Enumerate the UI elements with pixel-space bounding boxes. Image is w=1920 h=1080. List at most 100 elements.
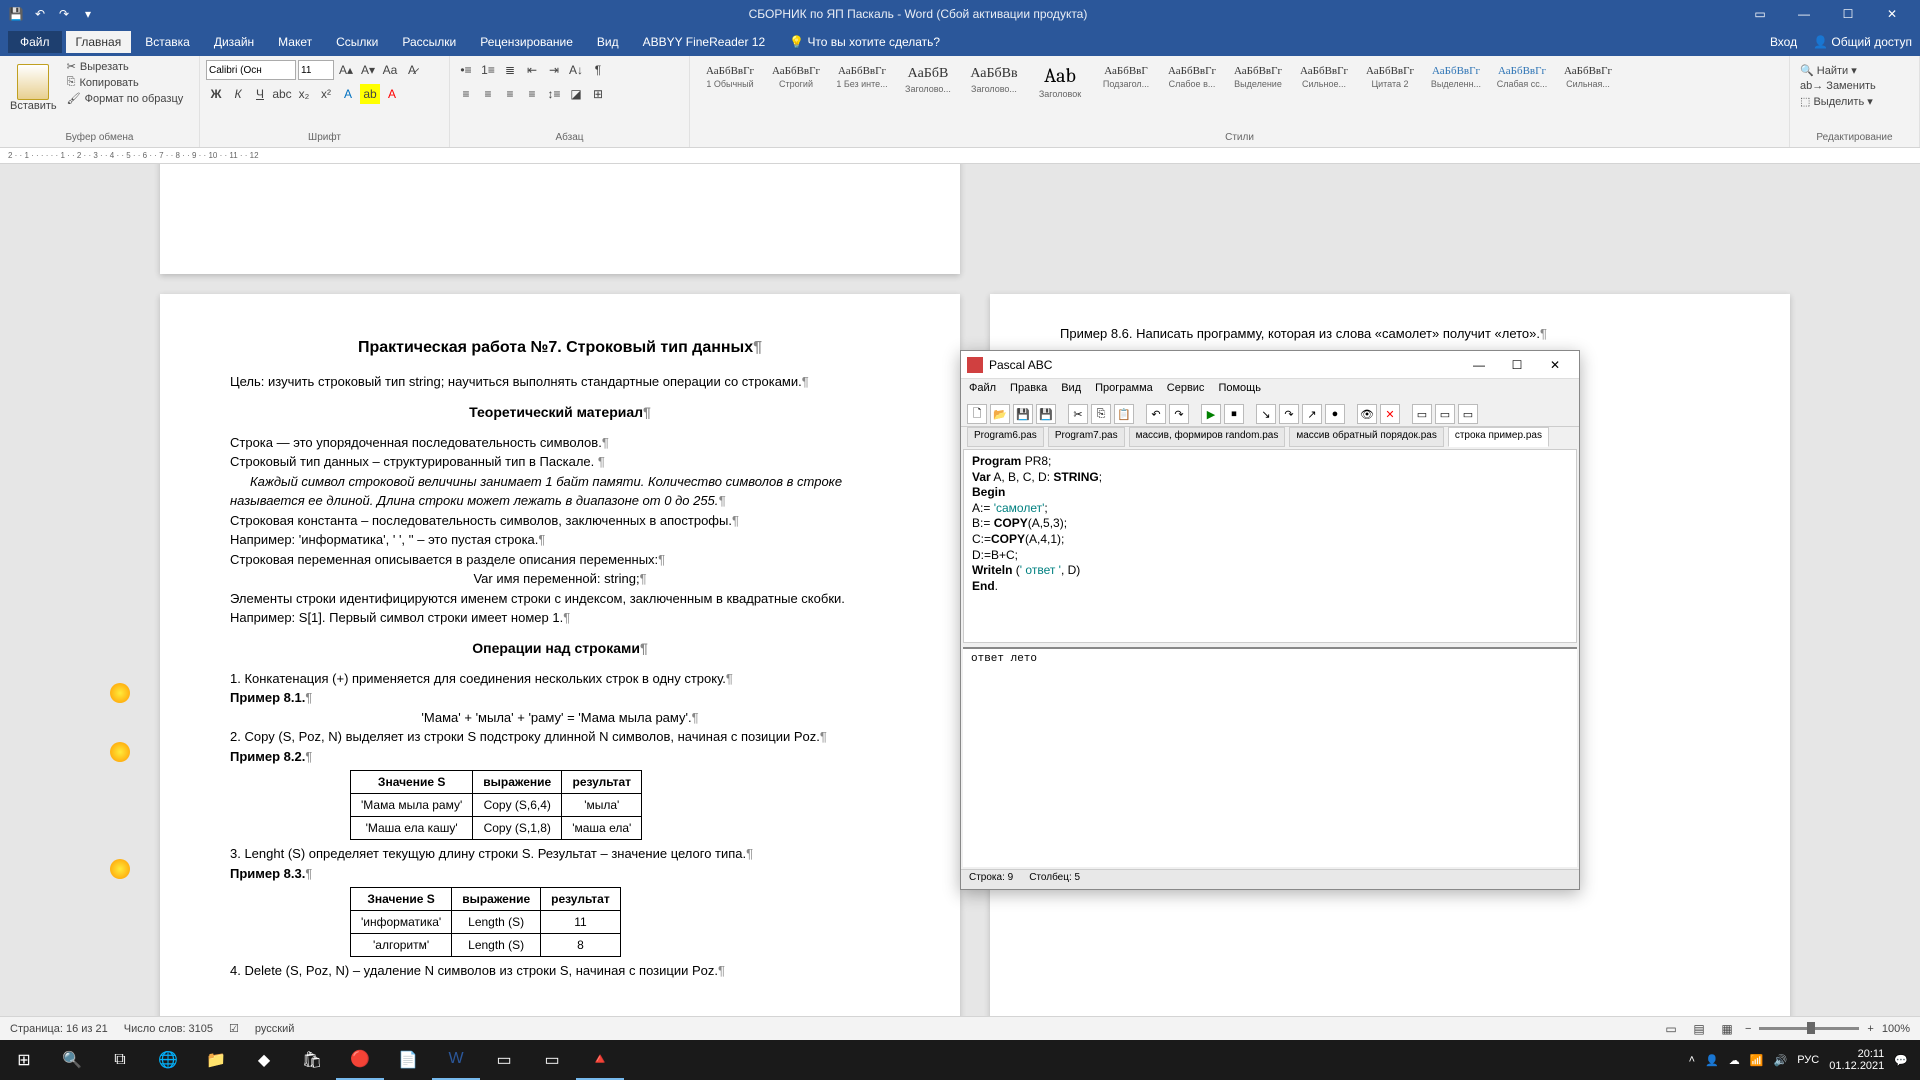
- spell-icon[interactable]: ☑: [229, 1022, 239, 1035]
- bold-icon[interactable]: Ж: [206, 84, 226, 104]
- app3-icon[interactable]: ▭: [528, 1040, 576, 1080]
- step-into-icon[interactable]: ↘: [1256, 404, 1276, 424]
- panel3-icon[interactable]: ▭: [1458, 404, 1478, 424]
- copy-icon[interactable]: ⎘: [1091, 404, 1111, 424]
- login-link[interactable]: Вход: [1770, 35, 1797, 49]
- pascal-tab[interactable]: массив обратный порядок.pas: [1289, 427, 1443, 447]
- pascal-menu-service[interactable]: Сервис: [1167, 382, 1205, 398]
- share-button[interactable]: 👤 Общий доступ: [1813, 35, 1912, 49]
- tab-abbyy[interactable]: ABBYY FineReader 12: [633, 31, 776, 53]
- language-tray[interactable]: РУС: [1797, 1054, 1819, 1066]
- style-item[interactable]: АаБбВвГгСтрогий: [766, 64, 826, 99]
- copy-button[interactable]: ⎘ Копировать: [67, 76, 184, 89]
- replace-button[interactable]: ab→ Заменить: [1800, 80, 1909, 92]
- undo-icon[interactable]: ↶: [32, 6, 48, 22]
- edge-icon[interactable]: 🌐: [144, 1040, 192, 1080]
- zoom-slider[interactable]: [1759, 1027, 1859, 1030]
- volume-icon[interactable]: 🔊: [1774, 1054, 1788, 1067]
- print-layout-icon[interactable]: ▤: [1689, 1019, 1709, 1039]
- notepad-icon[interactable]: 📄: [384, 1040, 432, 1080]
- task-view-icon[interactable]: ⧉: [96, 1040, 144, 1080]
- pascal-menu-program[interactable]: Программа: [1095, 382, 1153, 398]
- panel1-icon[interactable]: ▭: [1412, 404, 1432, 424]
- italic-icon[interactable]: К: [228, 84, 248, 104]
- start-button[interactable]: ⊞: [0, 1040, 48, 1080]
- style-item[interactable]: АаБбВвЗаголово...: [964, 64, 1024, 99]
- style-item[interactable]: АаБбВвГгВыделение: [1228, 64, 1288, 99]
- run-icon[interactable]: ▶: [1201, 404, 1221, 424]
- pascal-window[interactable]: Pascal ABC — ☐ ✕ Файл Правка Вид Програм…: [960, 350, 1580, 890]
- grow-font-icon[interactable]: A▴: [336, 60, 356, 80]
- tell-me[interactable]: 💡 Что вы хотите сделать?: [779, 31, 950, 53]
- pascal-tab[interactable]: массив, формиров random.pas: [1129, 427, 1286, 447]
- tab-layout[interactable]: Макет: [268, 31, 322, 53]
- zoom-in-icon[interactable]: +: [1867, 1023, 1873, 1035]
- minimize-icon[interactable]: —: [1784, 0, 1824, 28]
- style-item[interactable]: АаБбВвГгСлабое в...: [1162, 64, 1222, 99]
- clock-time[interactable]: 20:11: [1829, 1048, 1884, 1060]
- pascal-taskbar-icon[interactable]: 🔺: [576, 1040, 624, 1080]
- styles-gallery[interactable]: АаБбВвГг1 ОбычныйАаБбВвГгСтрогийАаБбВвГг…: [696, 60, 1783, 103]
- font-size-combo[interactable]: [298, 60, 334, 80]
- strike-icon[interactable]: abc: [272, 84, 292, 104]
- horizontal-ruler[interactable]: 2 · · 1 · · · · · · 1 · · 2 · · 3 · · 4 …: [0, 148, 1920, 164]
- language-indicator[interactable]: русский: [255, 1023, 294, 1035]
- save-file-icon[interactable]: 💾: [1013, 404, 1033, 424]
- cut-icon[interactable]: ✂: [1068, 404, 1088, 424]
- line-spacing-icon[interactable]: ↕≡: [544, 84, 564, 104]
- zoom-out-icon[interactable]: −: [1745, 1023, 1751, 1035]
- pascal-maximize-icon[interactable]: ☐: [1499, 353, 1535, 377]
- pascal-code-editor[interactable]: Program PR8;Var A, B, C, D: STRING;Begin…: [963, 449, 1577, 643]
- style-item[interactable]: АаБбВвГгЦитата 2: [1360, 64, 1420, 99]
- borders-icon[interactable]: ⊞: [588, 84, 608, 104]
- indent-icon[interactable]: ⇥: [544, 60, 564, 80]
- chrome-icon[interactable]: 🔴: [336, 1040, 384, 1080]
- font-name-combo[interactable]: [206, 60, 296, 80]
- style-item[interactable]: АаБбВвГгВыделенн...: [1426, 64, 1486, 99]
- save-icon[interactable]: 💾: [8, 6, 24, 22]
- outdent-icon[interactable]: ⇤: [522, 60, 542, 80]
- text-effects-icon[interactable]: A: [338, 84, 358, 104]
- underline-icon[interactable]: Ч: [250, 84, 270, 104]
- search-icon[interactable]: 🔍: [48, 1040, 96, 1080]
- tab-insert[interactable]: Вставка: [135, 31, 200, 53]
- shading-icon[interactable]: ◪: [566, 84, 586, 104]
- style-item[interactable]: АаБбВЗаголово...: [898, 64, 958, 99]
- style-item[interactable]: АаБбВвГг1 Обычный: [700, 64, 760, 99]
- style-item[interactable]: АаБбВвГгСильная...: [1558, 64, 1618, 99]
- subscript-icon[interactable]: x₂: [294, 84, 314, 104]
- redo-icon[interactable]: ↷: [1169, 404, 1189, 424]
- app2-icon[interactable]: ▭: [480, 1040, 528, 1080]
- web-layout-icon[interactable]: ▦: [1717, 1019, 1737, 1039]
- pascal-minimize-icon[interactable]: —: [1461, 353, 1497, 377]
- breakpoint-icon[interactable]: ●: [1325, 404, 1345, 424]
- show-marks-icon[interactable]: ¶: [588, 60, 608, 80]
- notifications-icon[interactable]: 💬: [1894, 1054, 1908, 1067]
- ribbon-display-icon[interactable]: ▭: [1740, 0, 1780, 28]
- word-count[interactable]: Число слов: 3105: [124, 1023, 213, 1035]
- pascal-tab[interactable]: строка пример.pas: [1448, 427, 1549, 447]
- pascal-tab[interactable]: Program7.pas: [1048, 427, 1125, 447]
- bullets-icon[interactable]: •≡: [456, 60, 476, 80]
- tab-home[interactable]: Главная: [66, 31, 132, 53]
- read-mode-icon[interactable]: ▭: [1661, 1019, 1681, 1039]
- people-icon[interactable]: 👤: [1705, 1054, 1719, 1067]
- open-file-icon[interactable]: 📂: [990, 404, 1010, 424]
- pascal-tab[interactable]: Program6.pas: [967, 427, 1044, 447]
- multilevel-icon[interactable]: ≣: [500, 60, 520, 80]
- style-item[interactable]: АаБбВвГг1 Без инте...: [832, 64, 892, 99]
- watch-icon[interactable]: 👁: [1357, 404, 1377, 424]
- superscript-icon[interactable]: x²: [316, 84, 336, 104]
- save-all-icon[interactable]: 💾: [1036, 404, 1056, 424]
- page-left[interactable]: Практическая работа №7. Строковый тип да…: [160, 294, 960, 1050]
- sort-icon[interactable]: A↓: [566, 60, 586, 80]
- format-painter-button[interactable]: 🖌 Формат по образцу: [67, 92, 184, 105]
- tab-review[interactable]: Рецензирование: [470, 31, 583, 53]
- find-button[interactable]: 🔍 Найти ▾: [1800, 64, 1909, 77]
- new-file-icon[interactable]: 🗋: [967, 404, 987, 424]
- pascal-menu-help[interactable]: Помощь: [1218, 382, 1261, 398]
- explorer-icon[interactable]: 📁: [192, 1040, 240, 1080]
- paste-icon[interactable]: 📋: [1114, 404, 1134, 424]
- clock-date[interactable]: 01.12.2021: [1829, 1060, 1884, 1072]
- paste-button[interactable]: Вставить: [6, 60, 61, 116]
